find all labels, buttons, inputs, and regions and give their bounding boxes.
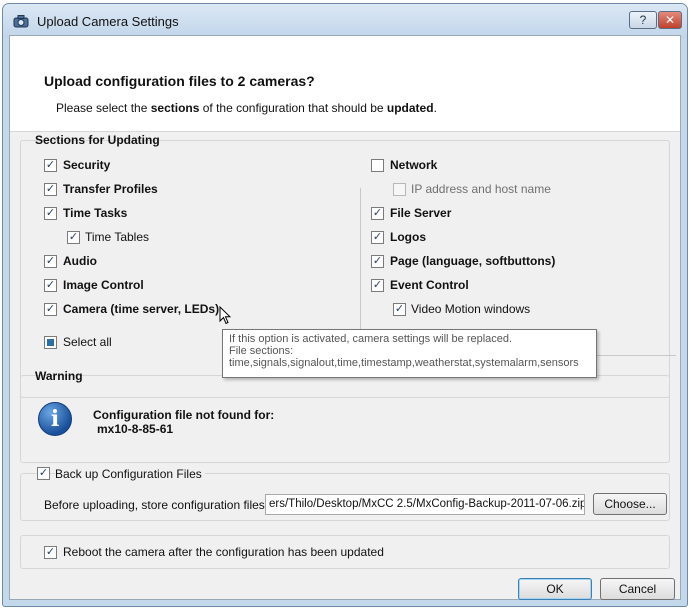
dialog-header: Upload configuration files to 2 cameras?… <box>10 36 680 132</box>
transfer-profiles-label: Transfer Profiles <box>63 182 158 196</box>
ok-button[interactable]: OK <box>518 578 592 600</box>
camera-checkbox[interactable]: ✓ <box>44 303 57 316</box>
tooltip-line-3: time,signals,signalout,time,timestamp,we… <box>229 357 579 369</box>
store-files-label: Before uploading, store configuration fi… <box>44 498 269 512</box>
time-tables-label: Time Tables <box>85 230 150 244</box>
cancel-button[interactable]: Cancel <box>600 578 675 600</box>
window-title: Upload Camera Settings <box>37 14 179 29</box>
ip-address-label: IP address and host name <box>411 182 551 196</box>
logos-checkbox[interactable]: ✓ <box>371 231 384 244</box>
page-label: Page (language, softbuttons) <box>390 254 556 268</box>
dialog-body: Upload configuration files to 2 cameras?… <box>9 35 681 600</box>
video-motion-checkbox[interactable]: ✓ <box>393 303 406 316</box>
dialog-window: Upload Camera Settings ? ✕ Upload config… <box>2 3 688 607</box>
transfer-profiles-checkbox[interactable]: ✓ <box>44 183 57 196</box>
tooltip-line-2: File sections: <box>229 345 294 357</box>
video-motion-label: Video Motion windows <box>411 302 531 316</box>
audio-label: Audio <box>63 254 97 268</box>
backup-path-field[interactable]: ers/Thilo/Desktop/MxCC 2.5/MxConfig-Back… <box>265 494 585 515</box>
title-bar[interactable]: Upload Camera Settings ? ✕ <box>3 4 687 38</box>
camera-label: Camera (time server, LEDs) <box>63 302 220 316</box>
choose-button[interactable]: Choose... <box>593 493 667 515</box>
reboot-checkbox[interactable]: ✓ <box>44 546 57 559</box>
reboot-label: Reboot the camera after the configuratio… <box>63 545 384 559</box>
logos-label: Logos <box>390 230 426 244</box>
camera-option-tooltip: If this option is activated, camera sett… <box>222 329 597 378</box>
backup-checkbox[interactable]: ✓ <box>37 467 50 480</box>
camera-app-icon <box>13 15 29 28</box>
warning-group-label: Warning <box>35 369 83 383</box>
ip-address-checkbox[interactable] <box>393 183 406 196</box>
security-checkbox[interactable]: ✓ <box>44 159 57 172</box>
network-checkbox[interactable] <box>371 159 384 172</box>
help-button[interactable]: ? <box>629 11 657 29</box>
time-tasks-label: Time Tasks <box>63 206 128 220</box>
file-server-checkbox[interactable]: ✓ <box>371 207 384 220</box>
security-label: Security <box>63 158 111 172</box>
image-control-checkbox[interactable]: ✓ <box>44 279 57 292</box>
warning-message: Configuration file not found for: <box>93 408 275 422</box>
tooltip-line-1: If this option is activated, camera sett… <box>229 333 513 345</box>
column-divider <box>360 188 361 351</box>
sections-group-label: Sections for Updating <box>35 133 160 147</box>
time-tasks-checkbox[interactable]: ✓ <box>44 207 57 220</box>
select-all-checkbox[interactable] <box>44 336 57 349</box>
close-button[interactable]: ✕ <box>658 11 682 29</box>
info-icon: i <box>38 402 72 436</box>
dialog-heading: Upload configuration files to 2 cameras? <box>44 73 315 89</box>
event-control-checkbox[interactable]: ✓ <box>371 279 384 292</box>
backup-label: Back up Configuration Files <box>55 467 205 481</box>
event-control-label: Event Control <box>390 278 469 292</box>
file-server-label: File Server <box>390 206 452 220</box>
network-label: Network <box>390 158 438 172</box>
page-checkbox[interactable]: ✓ <box>371 255 384 268</box>
select-all-label: Select all <box>63 335 112 349</box>
warning-camera-name: mx10-8-85-61 <box>97 422 174 436</box>
dialog-instructions: Please select the sections of the config… <box>56 101 437 115</box>
audio-checkbox[interactable]: ✓ <box>44 255 57 268</box>
time-tables-checkbox[interactable]: ✓ <box>67 231 80 244</box>
image-control-label: Image Control <box>63 278 144 292</box>
mouse-cursor-icon <box>219 306 231 325</box>
